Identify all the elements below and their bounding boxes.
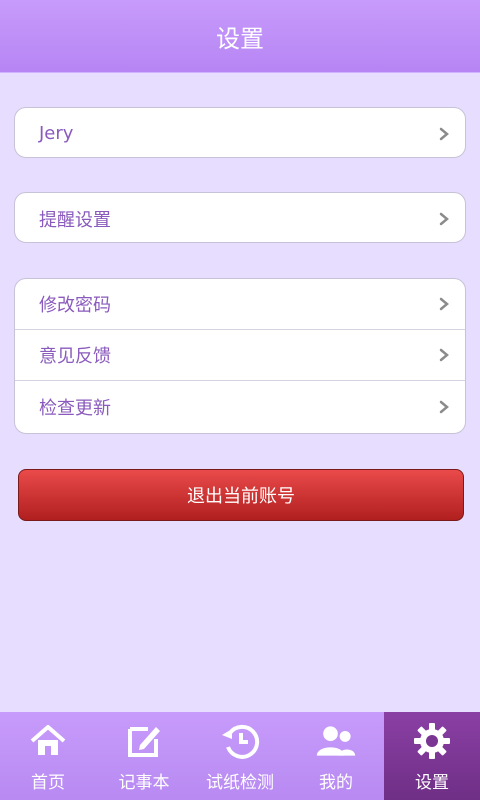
feedback-row[interactable]: 意见反馈 [15, 330, 465, 381]
check-update-label: 检查更新 [39, 397, 111, 419]
tab-home[interactable]: 首页 [0, 712, 96, 800]
chevron-right-icon [437, 400, 451, 414]
edit-icon [123, 720, 165, 762]
users-icon [315, 720, 357, 762]
page-title: 设置 [216, 24, 264, 53]
check-update-row[interactable]: 检查更新 [15, 381, 465, 432]
tab-strip-test-label: 试纸检测 [206, 772, 274, 793]
reminder-group: 提醒设置 [14, 192, 466, 243]
change-password-row[interactable]: 修改密码 [15, 279, 465, 330]
tab-mine[interactable]: 我的 [288, 712, 384, 800]
bottom-tab-bar: 首页 记事本 试纸检测 我的 设置 [0, 712, 480, 800]
home-icon [27, 720, 69, 762]
tab-settings-label: 设置 [415, 772, 449, 793]
account-name: Jery [39, 123, 74, 144]
misc-group: 修改密码 意见反馈 检查更新 [14, 278, 466, 434]
tab-mine-label: 我的 [319, 772, 353, 793]
account-row[interactable]: Jery [15, 108, 465, 159]
chevron-right-icon [437, 212, 451, 226]
chevron-right-icon [437, 297, 451, 311]
reminder-settings-row[interactable]: 提醒设置 [15, 193, 465, 244]
change-password-label: 修改密码 [39, 295, 111, 316]
tab-home-label: 首页 [31, 772, 65, 793]
reminder-settings-label: 提醒设置 [39, 209, 111, 231]
logout-button[interactable]: 退出当前账号 [18, 469, 464, 521]
tab-notebook-label: 记事本 [118, 772, 170, 793]
history-icon [219, 720, 261, 762]
chevron-right-icon [437, 348, 451, 362]
gear-icon [411, 720, 453, 762]
settings-content: Jery 提醒设置 修改密码 意见反馈 检查更新 退出当前账号 [0, 73, 480, 712]
tab-settings[interactable]: 设置 [384, 712, 480, 800]
tab-strip-test[interactable]: 试纸检测 [192, 712, 288, 800]
header-bar: 设置 [0, 0, 480, 73]
feedback-label: 意见反馈 [39, 346, 111, 367]
tab-notebook[interactable]: 记事本 [96, 712, 192, 800]
logout-label: 退出当前账号 [187, 486, 295, 507]
account-group: Jery [14, 107, 466, 158]
chevron-right-icon [437, 127, 451, 141]
